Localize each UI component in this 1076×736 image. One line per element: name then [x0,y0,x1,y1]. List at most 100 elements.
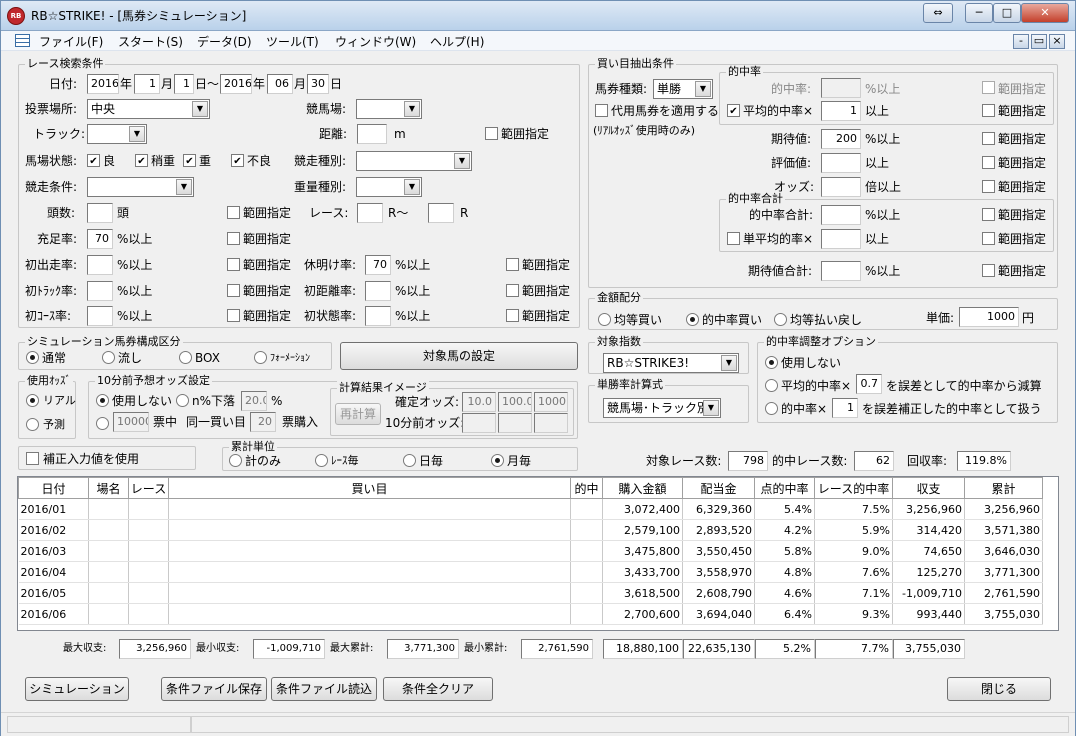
col-buy[interactable]: 購入金額 [602,477,683,499]
race-to-input[interactable] [428,203,454,223]
first-run-range-checkbox[interactable] [227,258,240,271]
per-day-radio[interactable] [403,454,416,467]
odds10-drop-radio[interactable] [176,394,189,407]
col-hit[interactable]: 的中 [570,477,603,499]
odds10-drop-input[interactable]: 20.0 [241,391,267,411]
result-table[interactable]: 日付 場名 レース 買い目 的中 購入金額 配当金 点的中率 レース的中率 収支… [18,477,1043,625]
complement-checkbox[interactable] [26,452,39,465]
month-to-input[interactable]: 06 [267,74,293,94]
minimize-button[interactable]: ─ [965,3,993,23]
maximize-button[interactable]: □ [993,3,1021,23]
load-condition-button[interactable]: 条件ファイル読込 [271,677,377,701]
restore-layout-button[interactable]: ⇔ [923,3,953,23]
adjust-avg-input[interactable]: 0.7 [856,374,882,394]
menu-window[interactable]: ウィンドウ(W) [335,33,416,50]
place-select[interactable]: 中央 ▼ [87,99,210,119]
rest-input[interactable]: 70 [365,255,391,275]
expect-input[interactable]: 200 [821,129,861,149]
avg-hit-input[interactable]: 1 [821,101,861,121]
unit-price-input[interactable]: 1000 [959,307,1019,327]
recalc-button[interactable]: 再計算 [335,403,381,425]
first-state-input[interactable] [365,306,391,326]
race-from-input[interactable] [357,203,383,223]
good-checkbox[interactable] [87,154,100,167]
hit-buy-radio[interactable] [686,313,699,326]
col-bets[interactable]: 買い目 [168,477,571,499]
mdi-close-button[interactable]: × [1049,34,1065,49]
heads-range-checkbox[interactable] [227,206,240,219]
table-row[interactable]: 2016/05 3,618,500 2,608,790 4.6% 7.1% -1,009,… [18,582,1043,604]
first-track-range-checkbox[interactable] [227,284,240,297]
col-income[interactable]: 収支 [892,477,965,499]
exp-sum-input[interactable] [821,261,861,281]
odds10-unused-radio[interactable] [96,394,109,407]
table-row[interactable]: 2016/02 2,579,100 2,893,520 4.2% 5.9% 314,420… [18,519,1043,541]
first-dist-range-checkbox[interactable] [506,284,519,297]
win-rate-select[interactable]: 競馬場･トラック別 ▼ [603,398,721,418]
first-state-range-checkbox[interactable] [506,309,519,322]
menu-help[interactable]: ヘルプ(H) [430,33,484,50]
menu-file[interactable]: ファイル(F) [39,33,103,50]
hit-rate-range-checkbox[interactable] [982,81,995,94]
year-to-input[interactable]: 2016 [220,74,252,94]
col-date[interactable]: 日付 [18,477,89,499]
odds-real-radio[interactable] [26,394,39,407]
col-pay[interactable]: 配当金 [682,477,755,499]
slight-heavy-checkbox[interactable] [135,154,148,167]
menu-tools[interactable]: ツール(T) [266,33,319,50]
odds-pred-radio[interactable] [26,418,39,431]
table-row[interactable]: 2016/01 3,072,400 6,329,360 5.4% 7.5% 3,256,9… [18,498,1043,520]
first-track-input[interactable] [87,281,113,301]
year-from-input[interactable]: 2016 [87,74,119,94]
single-avg-input[interactable] [821,229,861,249]
simulation-button[interactable]: シミュレーション [25,677,129,701]
hit-rate-input[interactable] [821,78,861,98]
adjust-hit-radio[interactable] [765,402,778,415]
heavy-checkbox[interactable] [183,154,196,167]
weight-select[interactable]: ▼ [356,177,422,197]
equal-pay-radio[interactable] [774,313,787,326]
day-from-input[interactable]: 1 [174,74,194,94]
menu-data[interactable]: データ(D) [197,33,252,50]
bad-checkbox[interactable] [231,154,244,167]
sim-normal-radio[interactable] [26,351,39,364]
index-select[interactable]: RB☆STRIKE3! ▼ [603,353,739,373]
sim-nagashi-radio[interactable] [102,351,115,364]
eval-input[interactable] [821,153,861,173]
race-cond-select[interactable]: ▼ [87,177,194,197]
odds-filter-range-checkbox[interactable] [982,180,995,193]
odds10-vote-radio[interactable] [96,417,109,430]
fill-range-checkbox[interactable] [227,232,240,245]
first-run-input[interactable] [87,255,113,275]
close-button[interactable]: 閉じる [947,677,1051,701]
avg-hit-checkbox[interactable] [727,104,740,117]
equal-buy-radio[interactable] [598,313,611,326]
track-select[interactable]: ▼ [87,124,147,144]
first-course-input[interactable] [87,306,113,326]
sim-formation-radio[interactable] [254,351,267,364]
exp-sum-range-checkbox[interactable] [982,264,995,277]
col-race-hit[interactable]: レース的中率 [814,477,893,499]
month-from-input[interactable]: 1 [134,74,160,94]
table-row[interactable]: 2016/06 2,700,600 3,694,040 6.4% 9.3% 993,440… [18,603,1043,625]
per-race-radio[interactable] [315,454,328,467]
fill-input[interactable]: 70 [87,229,113,249]
menu-start[interactable]: スタート(S) [118,33,183,50]
table-row[interactable]: 2016/03 3,475,800 3,550,450 5.8% 9.0% 74,650 3… [18,540,1043,562]
total-only-radio[interactable] [229,454,242,467]
adjust-hit-input[interactable]: 1 [832,398,858,418]
mdi-minimize-button[interactable]: - [1013,34,1029,49]
table-row[interactable]: 2016/04 3,433,700 3,558,970 4.8% 7.6% 125,270… [18,561,1043,583]
col-race[interactable]: レース [128,477,169,499]
single-avg-checkbox[interactable] [727,232,740,245]
first-dist-input[interactable] [365,281,391,301]
odds10-total-input[interactable]: 10000 [113,412,149,432]
substitute-checkbox[interactable] [595,104,608,117]
adjust-none-radio[interactable] [765,356,778,369]
distance-input[interactable] [357,124,387,144]
mdi-restore-button[interactable]: ▭ [1031,34,1047,49]
bet-type-select[interactable]: 単勝 ▼ [653,79,713,99]
adjust-avg-radio[interactable] [765,379,778,392]
save-condition-button[interactable]: 条件ファイル保存 [161,677,267,701]
race-kind-select[interactable]: ▼ [356,151,472,171]
